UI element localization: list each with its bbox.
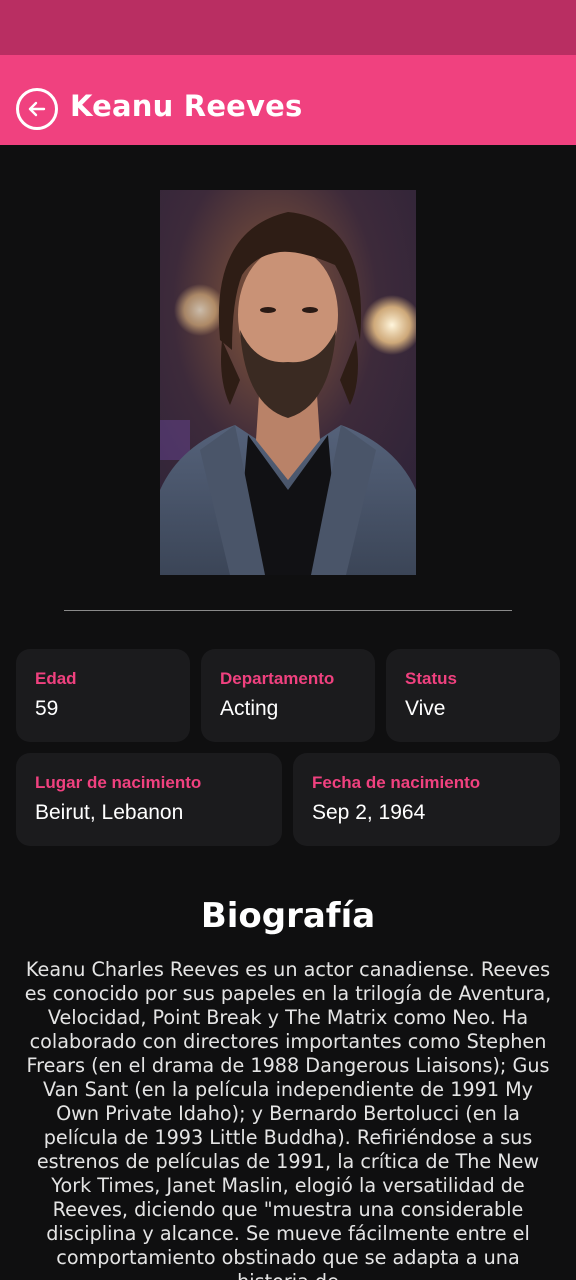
info-card-birthdate: Fecha de nacimiento Sep 2, 1964 xyxy=(293,753,560,846)
back-button[interactable] xyxy=(16,88,58,130)
info-card-value: Beirut, Lebanon xyxy=(35,801,184,824)
info-card-department: Departamento Acting xyxy=(201,649,375,742)
divider xyxy=(64,610,512,611)
biography-text: Keanu Charles Reeves es un actor canadie… xyxy=(24,958,552,1280)
info-card-label: Departamento xyxy=(220,669,335,688)
info-card-value: Acting xyxy=(220,697,279,720)
info-card-value: 59 xyxy=(35,697,59,720)
page-title: Keanu Reeves xyxy=(70,89,303,123)
info-card-birthplace: Lugar de nacimiento Beirut, Lebanon xyxy=(16,753,282,846)
info-card-value: Vive xyxy=(405,697,446,720)
info-card-label: Fecha de nacimiento xyxy=(312,773,481,792)
info-card-value: Sep 2, 1964 xyxy=(312,801,426,824)
app-bar: Keanu Reeves xyxy=(0,55,576,145)
status-bar xyxy=(0,0,576,55)
info-card-label: Status xyxy=(405,669,457,688)
info-card-age: Edad 59 xyxy=(16,649,190,742)
biography-title: Biografía xyxy=(200,896,376,936)
info-card-status: Status Vive xyxy=(386,649,560,742)
info-card-label: Edad xyxy=(35,669,77,688)
arrow-left-icon xyxy=(28,101,46,117)
profile-photo xyxy=(160,190,416,575)
info-card-label: Lugar de nacimiento xyxy=(35,773,202,792)
